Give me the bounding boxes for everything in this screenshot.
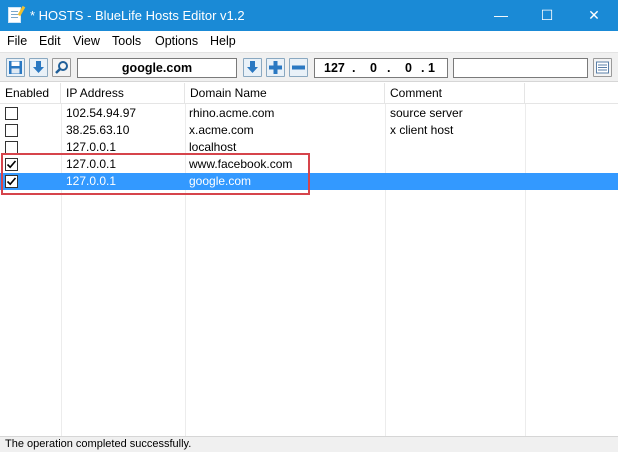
window-title: * HOSTS - BlueLife Hosts Editor v1.2 — [30, 8, 245, 23]
comment-cell: source server — [390, 106, 463, 120]
table-row[interactable]: 102.54.94.97 rhino.acme.com source server — [0, 105, 618, 122]
move-down-button[interactable] — [243, 58, 262, 77]
remove-button[interactable] — [289, 58, 308, 77]
menu-file[interactable]: File — [7, 34, 27, 48]
save-button[interactable] — [6, 58, 25, 77]
status-bar: The operation completed successfully. — [0, 436, 618, 452]
ip-dot-3: . — [421, 61, 425, 75]
ip-octet-3: 0 — [405, 61, 412, 75]
menu-bar: File Edit View Tools Options Help — [0, 31, 618, 51]
ip-address-cell: 102.54.94.97 — [66, 106, 137, 120]
arrow-down-icon — [247, 61, 258, 73]
column-comment[interactable]: Comment — [385, 83, 525, 104]
menu-help[interactable]: Help — [210, 34, 236, 48]
column-ip-address[interactable]: IP Address — [61, 83, 185, 104]
save-icon — [9, 61, 22, 74]
menu-options[interactable]: Options — [155, 34, 198, 48]
ip-octet-4: 1 — [428, 61, 435, 75]
search-icon — [55, 61, 68, 74]
title-bar: * HOSTS - BlueLife Hosts Editor v1.2 — ☐… — [0, 0, 618, 31]
comment-input[interactable] — [453, 58, 588, 78]
list-view-icon — [596, 61, 609, 74]
column-enabled[interactable]: Enabled — [0, 83, 61, 104]
ip-address-cell: 38.25.63.10 — [66, 123, 130, 137]
minus-icon — [292, 65, 305, 70]
domain-input[interactable]: google.com — [77, 58, 237, 78]
highlight-annotation — [1, 153, 310, 195]
close-button[interactable]: ✕ — [570, 0, 618, 31]
ip-octet-1: 127 — [324, 61, 345, 75]
enabled-checkbox[interactable] — [5, 124, 18, 137]
ip-dot-2: . — [387, 61, 391, 75]
domain-name-cell: rhino.acme.com — [189, 106, 275, 120]
column-domain-name[interactable]: Domain Name — [185, 83, 385, 104]
ip-address-input[interactable]: 127 . 0 . 0 . 1 — [314, 58, 448, 78]
enabled-checkbox[interactable] — [5, 107, 18, 120]
toolbar: google.com 127 . 0 . 0 . 1 — [0, 52, 618, 82]
menu-edit[interactable]: Edit — [39, 34, 61, 48]
search-button[interactable] — [52, 58, 71, 77]
minimize-button[interactable]: — — [478, 0, 524, 31]
table-row[interactable]: 38.25.63.10 x.acme.com x client host — [0, 122, 618, 139]
hosts-list[interactable]: Enabled IP Address Domain Name Comment 1… — [0, 83, 618, 436]
menu-tools[interactable]: Tools — [112, 34, 141, 48]
domain-name-cell: x.acme.com — [189, 123, 254, 137]
maximize-button[interactable]: ☐ — [524, 0, 570, 31]
menu-view[interactable]: View — [73, 34, 100, 48]
list-view-button[interactable] — [593, 58, 612, 77]
download-button[interactable] — [29, 58, 48, 77]
ip-octet-2: 0 — [370, 61, 377, 75]
list-header: Enabled IP Address Domain Name Comment — [0, 83, 618, 104]
comment-cell: x client host — [390, 123, 454, 137]
notepad-icon — [8, 7, 21, 23]
add-button[interactable] — [266, 58, 285, 77]
plus-icon — [269, 61, 282, 74]
ip-dot-1: . — [352, 61, 356, 75]
download-icon — [33, 61, 44, 73]
